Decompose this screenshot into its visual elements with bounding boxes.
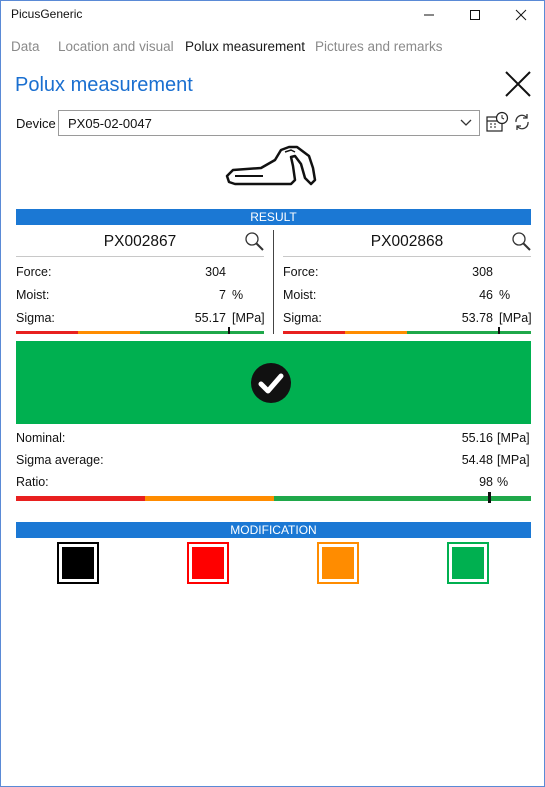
scale-red-segment bbox=[16, 331, 78, 334]
modification-green-button[interactable] bbox=[447, 542, 489, 584]
swatch-fill bbox=[62, 547, 94, 579]
sigma-average-unit: [MPa] bbox=[497, 453, 530, 467]
force-value: 304 bbox=[205, 265, 226, 279]
scale-orange-segment bbox=[145, 496, 274, 501]
status-panel bbox=[16, 341, 531, 424]
sync-icon bbox=[515, 114, 529, 130]
swatch-fill bbox=[452, 547, 484, 579]
measurement-code: PX002867 bbox=[103, 233, 177, 250]
title-bar: PicusGeneric bbox=[1, 1, 544, 29]
ratio-value: 98 bbox=[479, 475, 493, 489]
swatch-fill bbox=[192, 547, 224, 579]
magnifier-icon bbox=[512, 232, 531, 251]
calendar-clock-button[interactable] bbox=[485, 111, 509, 135]
nominal-row: Nominal: 55.16 [MPa] bbox=[16, 431, 531, 447]
sigma-unit: [MPa] bbox=[499, 311, 532, 325]
column-divider bbox=[273, 230, 274, 334]
scale-red-segment bbox=[283, 331, 345, 334]
moist-unit: % bbox=[232, 288, 244, 302]
modification-section-bar: MODIFICATION bbox=[16, 522, 531, 538]
sync-button[interactable] bbox=[512, 112, 532, 132]
force-label: Force: bbox=[16, 265, 52, 279]
sigma-marker bbox=[228, 327, 230, 334]
maximize-button[interactable] bbox=[452, 1, 498, 29]
sigma-scale-bar bbox=[283, 327, 531, 334]
scale-green-segment bbox=[140, 331, 264, 334]
scale-green-segment bbox=[407, 331, 531, 334]
sigma-label: Sigma: bbox=[283, 311, 322, 325]
ratio-row: Ratio: 98 % bbox=[16, 475, 531, 491]
polux-device-icon bbox=[221, 142, 326, 192]
sigma-row: Sigma: 53.78 [MPa] bbox=[283, 311, 532, 327]
calendar-clock-icon bbox=[486, 111, 509, 132]
nominal-value: 55.16 bbox=[461, 431, 493, 445]
app-window: PicusGeneric Data Location and visual Po… bbox=[0, 0, 545, 787]
scale-orange-segment bbox=[78, 331, 140, 334]
maximize-icon bbox=[470, 10, 480, 20]
swatch-fill bbox=[322, 547, 354, 579]
scale-green-segment bbox=[274, 496, 531, 501]
moist-unit: % bbox=[499, 288, 511, 302]
sigma-unit: [MPa] bbox=[232, 311, 265, 325]
scale-orange-segment bbox=[345, 331, 407, 334]
sigma-scale-bar bbox=[16, 327, 264, 334]
tab-location-and-visual[interactable]: Location and visual bbox=[58, 39, 174, 54]
ratio-marker bbox=[488, 492, 491, 503]
tab-bar: Data Location and visual Polux measureme… bbox=[1, 39, 544, 61]
close-icon bbox=[515, 9, 527, 21]
scale-red-segment bbox=[16, 496, 145, 501]
window-close-button[interactable] bbox=[498, 1, 544, 29]
moist-row: Moist: 7 % bbox=[16, 288, 264, 304]
sigma-average-value: 54.48 bbox=[461, 453, 493, 467]
nominal-unit: [MPa] bbox=[497, 431, 530, 445]
modification-orange-button[interactable] bbox=[317, 542, 359, 584]
sigma-value: 55.17 bbox=[194, 311, 226, 325]
close-page-button[interactable] bbox=[503, 69, 533, 99]
check-circle-icon bbox=[251, 363, 291, 403]
moist-value: 7 bbox=[219, 288, 226, 302]
sigma-value: 53.78 bbox=[461, 311, 493, 325]
minimize-icon bbox=[424, 14, 434, 16]
magnifier-icon bbox=[245, 232, 264, 251]
minimize-button[interactable] bbox=[406, 1, 452, 29]
page-title: Polux measurement bbox=[15, 74, 193, 96]
sigma-average-label: Sigma average: bbox=[16, 453, 104, 467]
force-label: Force: bbox=[283, 265, 319, 279]
close-icon bbox=[505, 71, 531, 97]
moist-row: Moist: 46 % bbox=[283, 288, 531, 304]
search-button[interactable] bbox=[244, 231, 264, 251]
force-value: 308 bbox=[472, 265, 493, 279]
tab-data[interactable]: Data bbox=[11, 39, 40, 54]
ratio-label: Ratio: bbox=[16, 475, 49, 489]
ratio-unit: % bbox=[497, 475, 509, 489]
moist-value: 46 bbox=[479, 288, 493, 302]
app-title: PicusGeneric bbox=[11, 7, 83, 21]
sigma-label: Sigma: bbox=[16, 311, 55, 325]
modification-red-button[interactable] bbox=[187, 542, 229, 584]
divider bbox=[283, 256, 531, 257]
chevron-down-icon bbox=[460, 119, 472, 126]
device-select[interactable]: PX05-02-0047 bbox=[58, 110, 480, 136]
device-value: PX05-02-0047 bbox=[68, 116, 152, 131]
divider bbox=[16, 256, 264, 257]
sigma-average-row: Sigma average: 54.48 [MPa] bbox=[16, 453, 531, 469]
measurement-code: PX002868 bbox=[370, 233, 444, 250]
nominal-label: Nominal: bbox=[16, 431, 66, 445]
force-row: Force: 308 bbox=[283, 265, 531, 281]
modification-black-button[interactable] bbox=[57, 542, 99, 584]
ratio-scale-bar bbox=[16, 492, 531, 503]
sigma-row: Sigma: 55.17 [MPa] bbox=[16, 311, 265, 327]
force-row: Force: 304 bbox=[16, 265, 264, 281]
tab-polux-measurement[interactable]: Polux measurement bbox=[185, 39, 305, 54]
tab-pictures-and-remarks[interactable]: Pictures and remarks bbox=[315, 39, 443, 54]
result-section-bar: RESULT bbox=[16, 209, 531, 225]
moist-label: Moist: bbox=[16, 288, 50, 302]
device-label: Device bbox=[16, 116, 56, 131]
sigma-marker bbox=[498, 327, 500, 334]
moist-label: Moist: bbox=[283, 288, 317, 302]
search-button[interactable] bbox=[511, 231, 531, 251]
